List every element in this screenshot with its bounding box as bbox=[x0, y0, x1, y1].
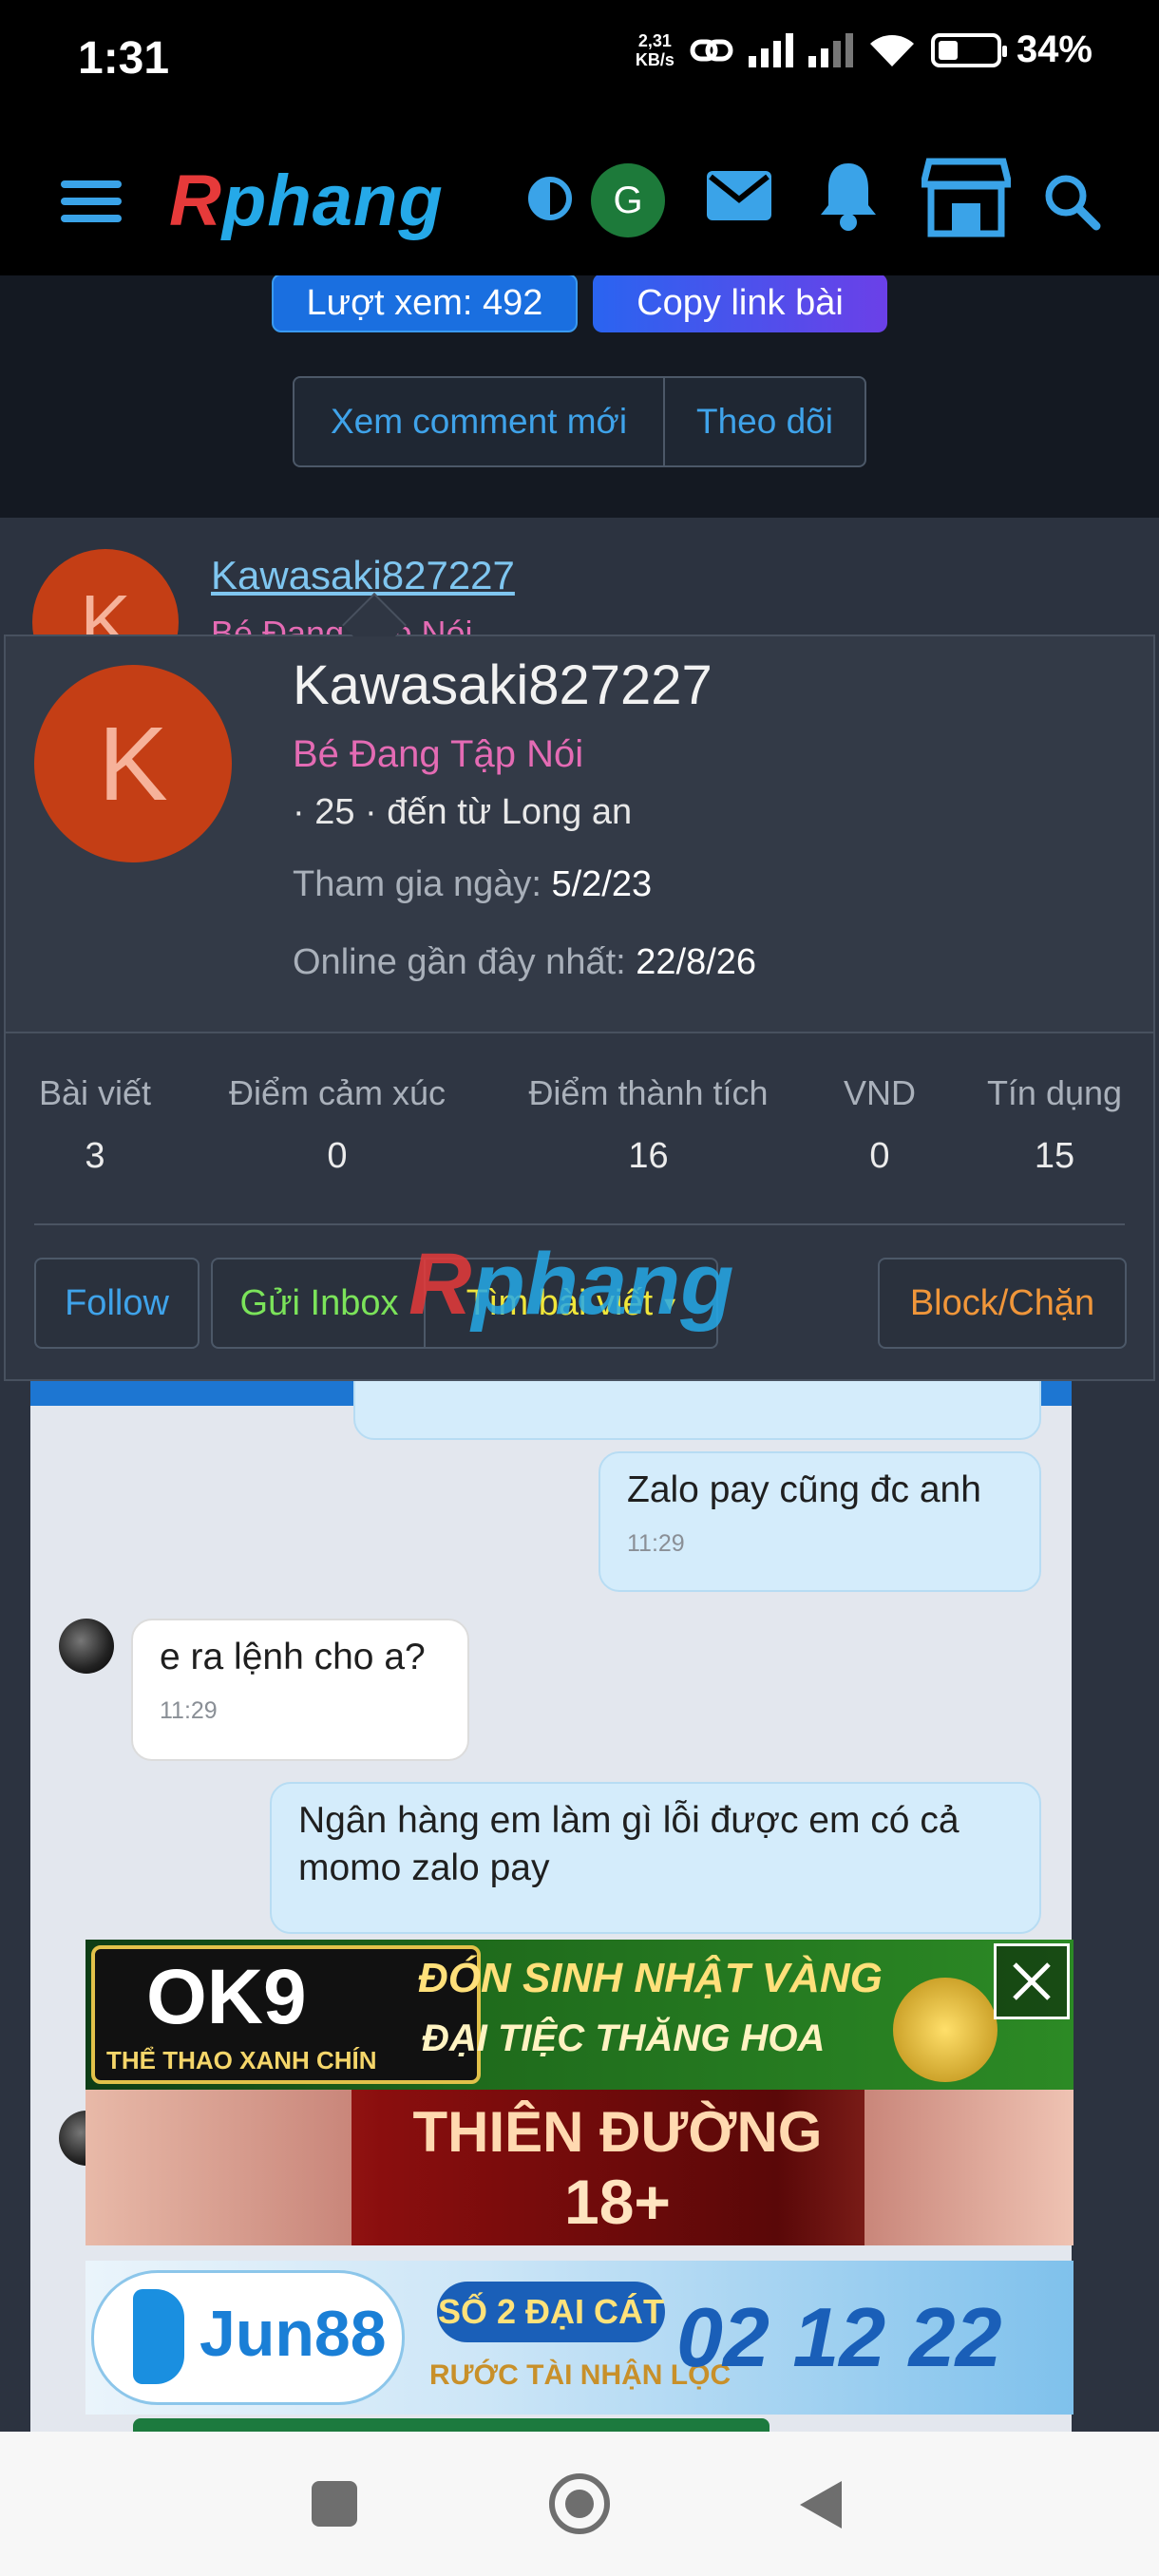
jun88-logo-icon bbox=[133, 2289, 184, 2384]
ad1-brand: OK9 bbox=[146, 1954, 307, 2040]
message-text: Zalo pay cũng đc anh bbox=[627, 1469, 981, 1510]
follow-thread-button[interactable]: Theo dõi bbox=[665, 378, 864, 465]
chat-bubble-out: Ngân hàng em làm gì lỗi được em có cả mo… bbox=[270, 1782, 1041, 1934]
message-time: 11:29 bbox=[160, 1697, 218, 1724]
search-icon[interactable] bbox=[1041, 171, 1102, 232]
stat-label: VND bbox=[843, 1073, 916, 1112]
mail-icon[interactable] bbox=[705, 169, 773, 222]
profile-joined: Tham gia ngày: 5/2/23 bbox=[293, 864, 652, 905]
site-watermark: Rphang bbox=[408, 1235, 733, 1335]
watermark-first: R bbox=[408, 1236, 472, 1333]
stat-value: 15 bbox=[1034, 1136, 1075, 1176]
chat-bubble-in: e ra lệnh cho a? 11:29 bbox=[131, 1619, 469, 1761]
theme-toggle-icon[interactable] bbox=[528, 177, 572, 220]
ad3-brand: Jun88 bbox=[200, 2298, 387, 2370]
profile-username[interactable]: Kawasaki827227 bbox=[293, 653, 712, 717]
follow-button[interactable]: Follow bbox=[34, 1258, 200, 1349]
net-speed: 2,31 KB/s bbox=[636, 31, 674, 69]
profile-meta: · 25 · đến từ Long an bbox=[293, 792, 633, 832]
profile-user-title: Bé Đang Tập Nói bbox=[293, 733, 584, 775]
account-avatar[interactable]: G bbox=[591, 163, 665, 237]
close-ad-button[interactable] bbox=[994, 1943, 1070, 2019]
ad-banner-ok9[interactable]: OK9 THỂ THAO XANH CHÍN ĐÓN SINH NHẬT VÀN… bbox=[86, 1940, 1074, 2090]
stat-value: 0 bbox=[327, 1136, 348, 1176]
send-inbox-button[interactable]: Gửi Inbox bbox=[211, 1258, 426, 1349]
message-time: 11:29 bbox=[627, 1530, 685, 1557]
stat-achievements[interactable]: Điểm thành tích 16 bbox=[504, 1073, 793, 1177]
stat-label: Điểm thành tích bbox=[528, 1073, 769, 1112]
follow-label: Follow bbox=[65, 1282, 169, 1323]
home-icon[interactable] bbox=[549, 2473, 610, 2534]
stat-reactions[interactable]: Điểm cảm xúc 0 bbox=[200, 1073, 475, 1177]
recents-icon[interactable] bbox=[312, 2481, 357, 2527]
stat-posts[interactable]: Bài viết 3 bbox=[19, 1073, 171, 1177]
ad1-headline: ĐÓN SINH NHẬT VÀNG bbox=[418, 1955, 883, 2001]
ad1-subline: ĐẠI TIỆC THĂNG HOA bbox=[422, 2017, 826, 2059]
ad2-headline: THIÊN ĐƯỜNG bbox=[412, 2100, 823, 2164]
battery-icon bbox=[930, 32, 1007, 67]
bell-icon[interactable] bbox=[819, 160, 878, 232]
profile-last-online: Online gần đây nhất: 22/8/26 bbox=[293, 942, 756, 983]
net-speed-value: 2,31 bbox=[637, 30, 672, 50]
joined-value: 5/2/23 bbox=[551, 864, 653, 904]
logo-first-letter: R bbox=[169, 161, 222, 241]
ad-banner-jun88[interactable]: Jun88 SỐ 2 ĐẠI CÁT RƯỚC TÀI NHẬN LỘC 02 … bbox=[86, 2261, 1074, 2415]
copy-link-button[interactable]: Copy link bài bbox=[593, 274, 887, 332]
chat-green-element bbox=[133, 2418, 770, 2432]
store-icon[interactable] bbox=[922, 158, 1011, 237]
back-icon[interactable] bbox=[796, 2477, 846, 2532]
stat-vnd[interactable]: VND 0 bbox=[823, 1073, 937, 1177]
stat-value: 3 bbox=[85, 1136, 105, 1176]
ad2-photo-left bbox=[86, 2090, 352, 2245]
block-button[interactable]: Block/Chặn bbox=[878, 1258, 1127, 1349]
message-text: Ngân hàng em làm gì lỗi được em có cả mo… bbox=[298, 1800, 960, 1888]
popup-divider bbox=[34, 1223, 1125, 1225]
ad1-cake-image bbox=[893, 1978, 998, 2082]
views-button[interactable]: Lượt xem: 492 bbox=[272, 274, 578, 332]
site-logo[interactable]: Rphang bbox=[169, 160, 444, 242]
chat-contact-avatar bbox=[59, 1619, 114, 1674]
online-value: 22/8/26 bbox=[636, 942, 757, 982]
stat-value: 16 bbox=[628, 1136, 669, 1176]
watermark-rest: phang bbox=[471, 1236, 734, 1333]
logo-rest: phang bbox=[221, 161, 444, 241]
view-new-comments-button[interactable]: Xem comment mới bbox=[294, 378, 665, 465]
send-inbox-label: Gửi Inbox bbox=[239, 1282, 399, 1323]
ad3-number: 02 12 22 bbox=[676, 2290, 1002, 2384]
ad2-sub: 18+ bbox=[564, 2167, 671, 2237]
signal-icon bbox=[748, 32, 793, 67]
wifi-icon bbox=[869, 34, 914, 66]
stat-label: Điểm cảm xúc bbox=[228, 1073, 446, 1112]
battery-percent: 34% bbox=[1016, 28, 1092, 70]
stat-credit[interactable]: Tín dụng 15 bbox=[961, 1073, 1148, 1177]
menu-icon[interactable] bbox=[61, 180, 122, 222]
ad-banner-thien-duong[interactable]: THIÊN ĐƯỜNG 18+ bbox=[86, 2090, 1074, 2245]
chat-bubble-out: Zalo pay cũng đc anh 11:29 bbox=[598, 1451, 1041, 1592]
stat-label: Tín dụng bbox=[986, 1073, 1123, 1112]
net-speed-unit: KB/s bbox=[635, 49, 674, 69]
joined-label: Tham gia ngày: bbox=[293, 864, 542, 904]
post-author-username[interactable]: Kawasaki827227 bbox=[211, 553, 515, 598]
stat-value: 0 bbox=[869, 1136, 890, 1176]
profile-avatar[interactable]: K bbox=[34, 665, 232, 862]
ad1-tagline: THỂ THAO XANH CHÍN bbox=[106, 2046, 377, 2074]
ad3-headline: SỐ 2 ĐẠI CÁT bbox=[437, 2282, 665, 2342]
status-icons: 2,31 KB/s 34% bbox=[636, 28, 1092, 71]
status-time: 1:31 bbox=[78, 33, 170, 84]
thread-segment-buttons: Xem comment mới Theo dõi bbox=[293, 376, 866, 467]
ad2-photo-right bbox=[864, 2090, 1074, 2245]
block-label: Block/Chặn bbox=[909, 1282, 1095, 1323]
online-label: Online gần đây nhất: bbox=[293, 942, 626, 982]
message-text: e ra lệnh cho a? bbox=[160, 1637, 426, 1677]
close-icon bbox=[1013, 1962, 1051, 2000]
stat-label: Bài viết bbox=[38, 1073, 152, 1112]
link-icon bbox=[690, 39, 733, 61]
signal-2-icon bbox=[808, 32, 853, 67]
